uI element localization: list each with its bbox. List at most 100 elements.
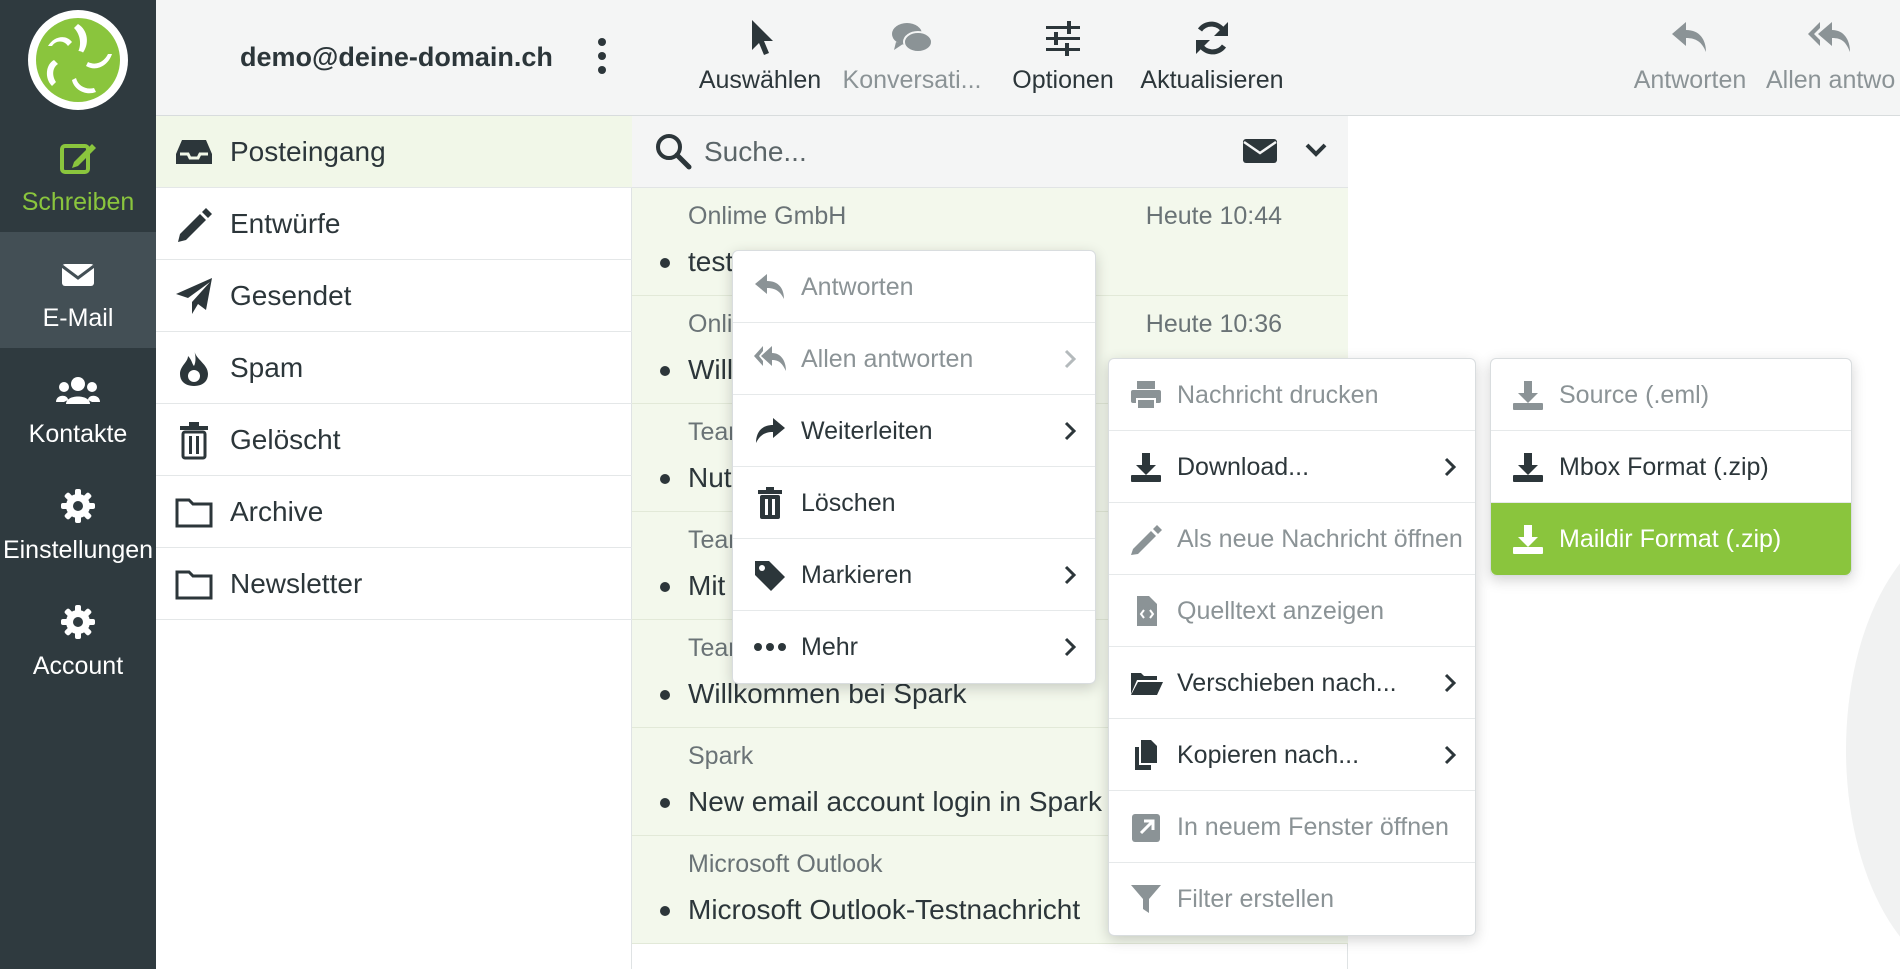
menu-item-more[interactable]: Mehr <box>733 611 1095 683</box>
menu-item-label: Löschen <box>801 489 896 517</box>
envelope-icon <box>61 264 95 286</box>
folder-sent[interactable]: Gesendet <box>156 260 632 332</box>
options-button[interactable]: Optionen <box>1006 18 1120 98</box>
menu-item-label: Quelltext anzeigen <box>1177 597 1385 625</box>
reply-icon <box>755 274 784 299</box>
rail-email[interactable]: E-Mail <box>0 232 156 348</box>
reply-all-icon <box>1808 22 1850 52</box>
message-subject: test <box>688 246 734 277</box>
folder-archive[interactable]: Archive <box>156 476 632 548</box>
menu-item-label: Verschieben nach... <box>1177 669 1397 697</box>
compose-icon <box>60 144 96 174</box>
paper-plane-icon <box>176 278 212 314</box>
kebab-menu-icon[interactable] <box>596 38 608 78</box>
reply-all-button[interactable]: Allen antwo <box>1766 18 1900 98</box>
gear-icon <box>61 489 95 523</box>
printer-icon <box>1131 381 1161 410</box>
chevron-right-icon <box>1444 457 1457 477</box>
pane-background-shape <box>1846 520 1900 969</box>
app-rail: Schreiben E-Mail Kontakte Einstellungen <box>0 0 156 969</box>
menu-item-label: Markieren <box>801 561 913 589</box>
rail-account[interactable]: Account <box>0 580 156 696</box>
menu-item-label: Download... <box>1177 453 1310 481</box>
envelope-icon[interactable] <box>1242 136 1278 166</box>
reply-all-label: Allen antwo <box>1766 66 1896 94</box>
conversations-button[interactable]: Konversati... <box>842 18 982 98</box>
ellipsis-icon <box>754 643 786 651</box>
reply-button[interactable]: Antworten <box>1620 18 1760 98</box>
select-label: Auswählen <box>698 66 822 94</box>
app-logo[interactable] <box>24 8 132 112</box>
rail-email-label: E-Mail <box>42 304 114 332</box>
forward-icon <box>756 418 785 443</box>
menu-item-open-as-new[interactable]: Als neue Nachricht öffnen <box>1109 503 1475 575</box>
folder-newsletter[interactable]: Newsletter <box>156 548 632 620</box>
conversations-label: Konversati... <box>842 66 982 94</box>
menu-item-download[interactable]: Download... <box>1109 431 1475 503</box>
trash-icon <box>180 422 208 460</box>
folder-spam[interactable]: Spam <box>156 332 632 404</box>
refresh-button[interactable]: Aktualisieren <box>1138 18 1286 98</box>
menu-item-forward[interactable]: Weiterleiten <box>733 395 1095 467</box>
list-toolbar: Auswählen Konversati... Optionen Aktuali… <box>632 0 1348 116</box>
chevron-right-icon <box>1064 637 1077 657</box>
folder-label: Gelöscht <box>230 424 341 455</box>
message-sender: Tear <box>688 526 737 554</box>
folder-label: Newsletter <box>230 568 363 599</box>
menu-item-label: Nachricht drucken <box>1177 381 1379 409</box>
rail-settings[interactable]: Einstellungen <box>0 464 156 580</box>
search-icon[interactable] <box>654 132 692 170</box>
menu-item-open-new-window[interactable]: In neuem Fenster öffnen <box>1109 791 1475 863</box>
message-sender: Onli <box>688 310 733 338</box>
unread-dot <box>660 366 670 376</box>
folder-panel: demo@deine-domain.ch Posteingang Entwürf… <box>156 0 632 969</box>
menu-item-maildir[interactable]: Maildir Format (.zip) <box>1491 503 1851 575</box>
menu-item-copy-to[interactable]: Kopieren nach... <box>1109 719 1475 791</box>
account-header: demo@deine-domain.ch <box>156 0 632 116</box>
folder-drafts[interactable]: Entwürfe <box>156 188 632 260</box>
chevron-down-icon[interactable] <box>1304 138 1328 162</box>
menu-item-source-eml[interactable]: Source (.eml) <box>1491 359 1851 431</box>
chevron-right-icon <box>1064 565 1077 585</box>
message-subject: Microsoft Outlook-Testnachricht <box>688 894 1081 925</box>
message-sender: Spark <box>688 742 754 770</box>
message-sender: Tear <box>688 418 737 446</box>
reply-icon <box>1672 22 1706 52</box>
folder-label: Spam <box>230 352 304 383</box>
menu-item-tag[interactable]: Markieren <box>733 539 1095 611</box>
code-file-icon <box>1137 596 1157 626</box>
folder-trash[interactable]: Gelöscht <box>156 404 632 476</box>
external-window-icon <box>1132 814 1160 842</box>
menu-item-reply[interactable]: Antworten <box>733 251 1095 323</box>
menu-item-view-source[interactable]: Quelltext anzeigen <box>1109 575 1475 647</box>
message-sender: Microsoft Outlook <box>688 850 883 878</box>
menu-item-label: Allen antworten <box>801 345 974 373</box>
menu-item-mbox[interactable]: Mbox Format (.zip) <box>1491 431 1851 503</box>
menu-item-delete[interactable]: Löschen <box>733 467 1095 539</box>
rail-account-label: Account <box>32 652 124 680</box>
rail-contacts-label: Kontakte <box>28 420 128 448</box>
message-subject: Will <box>688 354 734 385</box>
copy-icon <box>1135 740 1157 770</box>
download-submenu: Source (.eml) Mbox Format (.zip) Maildir… <box>1490 358 1852 576</box>
folder-inbox[interactable]: Posteingang <box>156 116 632 188</box>
menu-item-reply-all[interactable]: Allen antworten <box>733 323 1095 395</box>
search-input[interactable] <box>704 130 1144 174</box>
tag-icon <box>755 561 785 591</box>
menu-item-move-to[interactable]: Verschieben nach... <box>1109 647 1475 719</box>
rail-contacts[interactable]: Kontakte <box>0 348 156 464</box>
download-icon <box>1513 453 1543 482</box>
select-button[interactable]: Auswählen <box>696 18 824 98</box>
rail-compose-label: Schreiben <box>21 188 135 216</box>
menu-item-create-filter[interactable]: Filter erstellen <box>1109 863 1475 935</box>
folder-label: Posteingang <box>230 136 386 167</box>
unread-dot <box>660 798 670 808</box>
menu-item-label: Kopieren nach... <box>1177 741 1360 769</box>
message-subject: Nut <box>688 462 732 493</box>
menu-item-label: Filter erstellen <box>1177 885 1334 913</box>
download-icon <box>1513 381 1543 410</box>
pane-toolbar: Antworten Allen antwo <box>1348 0 1900 116</box>
menu-item-print[interactable]: Nachricht drucken <box>1109 359 1475 431</box>
unread-dot <box>660 258 670 268</box>
rail-compose[interactable]: Schreiben <box>0 116 156 232</box>
